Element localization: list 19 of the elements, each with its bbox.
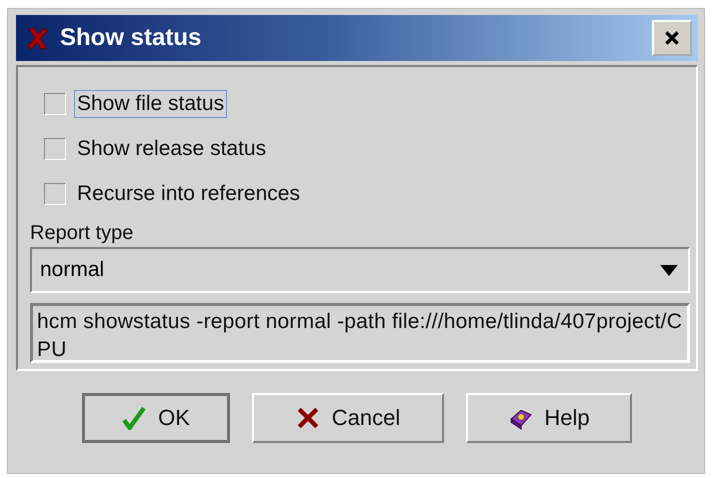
dropdown-arrow-icon — [660, 264, 678, 276]
checkbox[interactable] — [44, 138, 66, 160]
close-icon — [663, 29, 681, 47]
checkbox[interactable] — [44, 92, 66, 114]
check-icon — [122, 406, 146, 430]
checkbox-label[interactable]: Show release status — [74, 134, 270, 162]
report-type-label: Report type — [30, 222, 134, 245]
dialog-button[interactable]: Help — [466, 393, 632, 443]
dialog-button[interactable]: Cancel — [252, 393, 444, 443]
checkbox-label[interactable]: Recurse into references — [74, 180, 303, 208]
report-type-dropdown[interactable]: normal — [30, 247, 690, 293]
checkbox-label[interactable]: Show file status — [74, 90, 228, 118]
x-mark-icon — [26, 25, 50, 51]
x-icon — [296, 406, 320, 430]
window-title: Show status — [60, 24, 202, 52]
close-button[interactable] — [652, 20, 692, 56]
checkbox[interactable] — [44, 182, 66, 204]
dialog-button[interactable]: OK — [82, 393, 230, 443]
command-text-field[interactable]: hcm showstatus -report normal -path file:///home/tlinda/407project/CPU — [30, 303, 690, 363]
